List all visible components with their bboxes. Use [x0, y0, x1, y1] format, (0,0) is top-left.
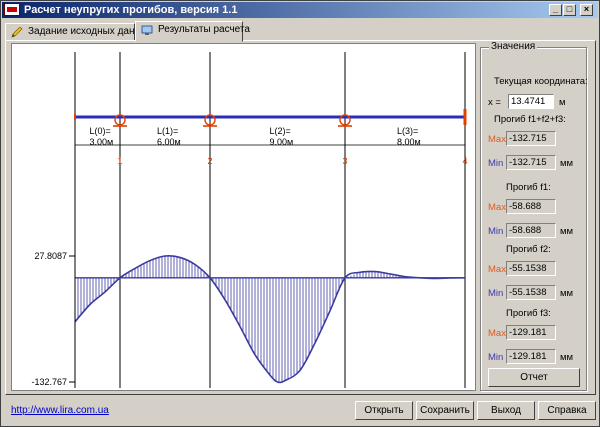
tab-input-data-label: Задание исходных данных — [28, 26, 153, 37]
min-label: Min — [488, 158, 504, 169]
pencil-icon — [11, 27, 23, 38]
min-value-field: -132.715 — [506, 155, 556, 170]
save-button[interactable]: Сохранить — [416, 401, 474, 420]
report-button[interactable]: Отчет — [488, 368, 580, 387]
min-label: Min — [488, 288, 504, 299]
main-window: Расчет неупругих прогибов, версия 1.1 _ … — [0, 0, 600, 427]
span-length-label: 3.00м — [90, 137, 114, 147]
app-icon — [4, 3, 20, 16]
deflection-chart: L(0)=3.00м L(1)=6.00м L(2)=9.00м L(3)=8.00м… — [31, 52, 468, 388]
span-label: L(2)= — [270, 126, 291, 136]
min-value-field: -55.1538 — [506, 285, 556, 300]
values-group-title: Значения — [489, 41, 538, 52]
section-title: Прогиб f1: — [506, 182, 551, 193]
help-button[interactable]: Справка — [538, 401, 596, 420]
tab-results[interactable]: Результаты расчета — [135, 21, 250, 42]
min-label: Min — [488, 352, 504, 363]
y-tick-label: 27.8087 — [34, 251, 67, 261]
close-button[interactable]: × — [580, 4, 593, 16]
max-label: Max — [488, 264, 506, 275]
max-value-field: -58.688 — [506, 199, 556, 214]
coord-label: Текущая координата: — [494, 76, 588, 87]
max-value-field: -55.1538 — [506, 261, 556, 276]
support-number: 2 — [207, 156, 212, 166]
span-length-label: 6.00м — [157, 137, 181, 147]
max-value-field: -132.715 — [506, 131, 556, 146]
min-label: Min — [488, 226, 504, 237]
maximize-button[interactable]: □ — [563, 4, 576, 16]
monitor-icon — [141, 25, 153, 35]
section-title: Прогиб f1+f2+f3: — [494, 114, 566, 125]
support-number: 3 — [342, 156, 347, 166]
unit-label: мм — [560, 158, 574, 169]
open-button[interactable]: Открыть — [355, 401, 413, 420]
max-value-field: -129.181 — [506, 325, 556, 340]
span-length-label: 8.00м — [397, 137, 421, 147]
window-title: Расчет неупругих прогибов, версия 1.1 — [24, 4, 238, 16]
tab-results-label: Результаты расчета — [158, 24, 250, 35]
tab-input-data[interactable]: Задание исходных данных — [5, 23, 152, 41]
exit-button[interactable]: Выход — [477, 401, 535, 420]
span-label: L(0)= — [90, 126, 111, 136]
min-value-field: -129.181 — [506, 349, 556, 364]
title-bar: Расчет неупругих прогибов, версия 1.1 _ … — [2, 2, 598, 18]
section-title: Прогиб f2: — [506, 244, 551, 255]
x-coordinate-field[interactable]: 13.4741 — [508, 94, 554, 109]
min-value-field: -58.688 — [506, 223, 556, 238]
unit-label: мм — [560, 352, 574, 363]
support-number: 4 — [462, 156, 467, 166]
y-tick-label: -132.767 — [31, 377, 67, 387]
max-label: Max — [488, 134, 506, 145]
minimize-button[interactable]: _ — [549, 4, 562, 16]
unit-label: мм — [560, 226, 574, 237]
deflection-chart-area[interactable]: L(0)= 3.00м L(1)= 6.00м L(2)= 9.00м L(3)= 8.00м… — [11, 43, 476, 391]
span-length-label: 9.00м — [270, 137, 294, 147]
section-title: Прогиб f3: — [506, 308, 551, 319]
x-label: x = — [488, 97, 501, 108]
span-label: L(1)= — [157, 126, 178, 136]
span-label: L(3)= — [397, 126, 418, 136]
max-label: Max — [488, 328, 506, 339]
x-unit: м — [559, 97, 566, 108]
unit-label: мм — [560, 288, 574, 299]
support-number: 1 — [117, 156, 122, 166]
max-label: Max — [488, 202, 506, 213]
website-link[interactable]: http://www.lira.com.ua — [11, 405, 109, 416]
